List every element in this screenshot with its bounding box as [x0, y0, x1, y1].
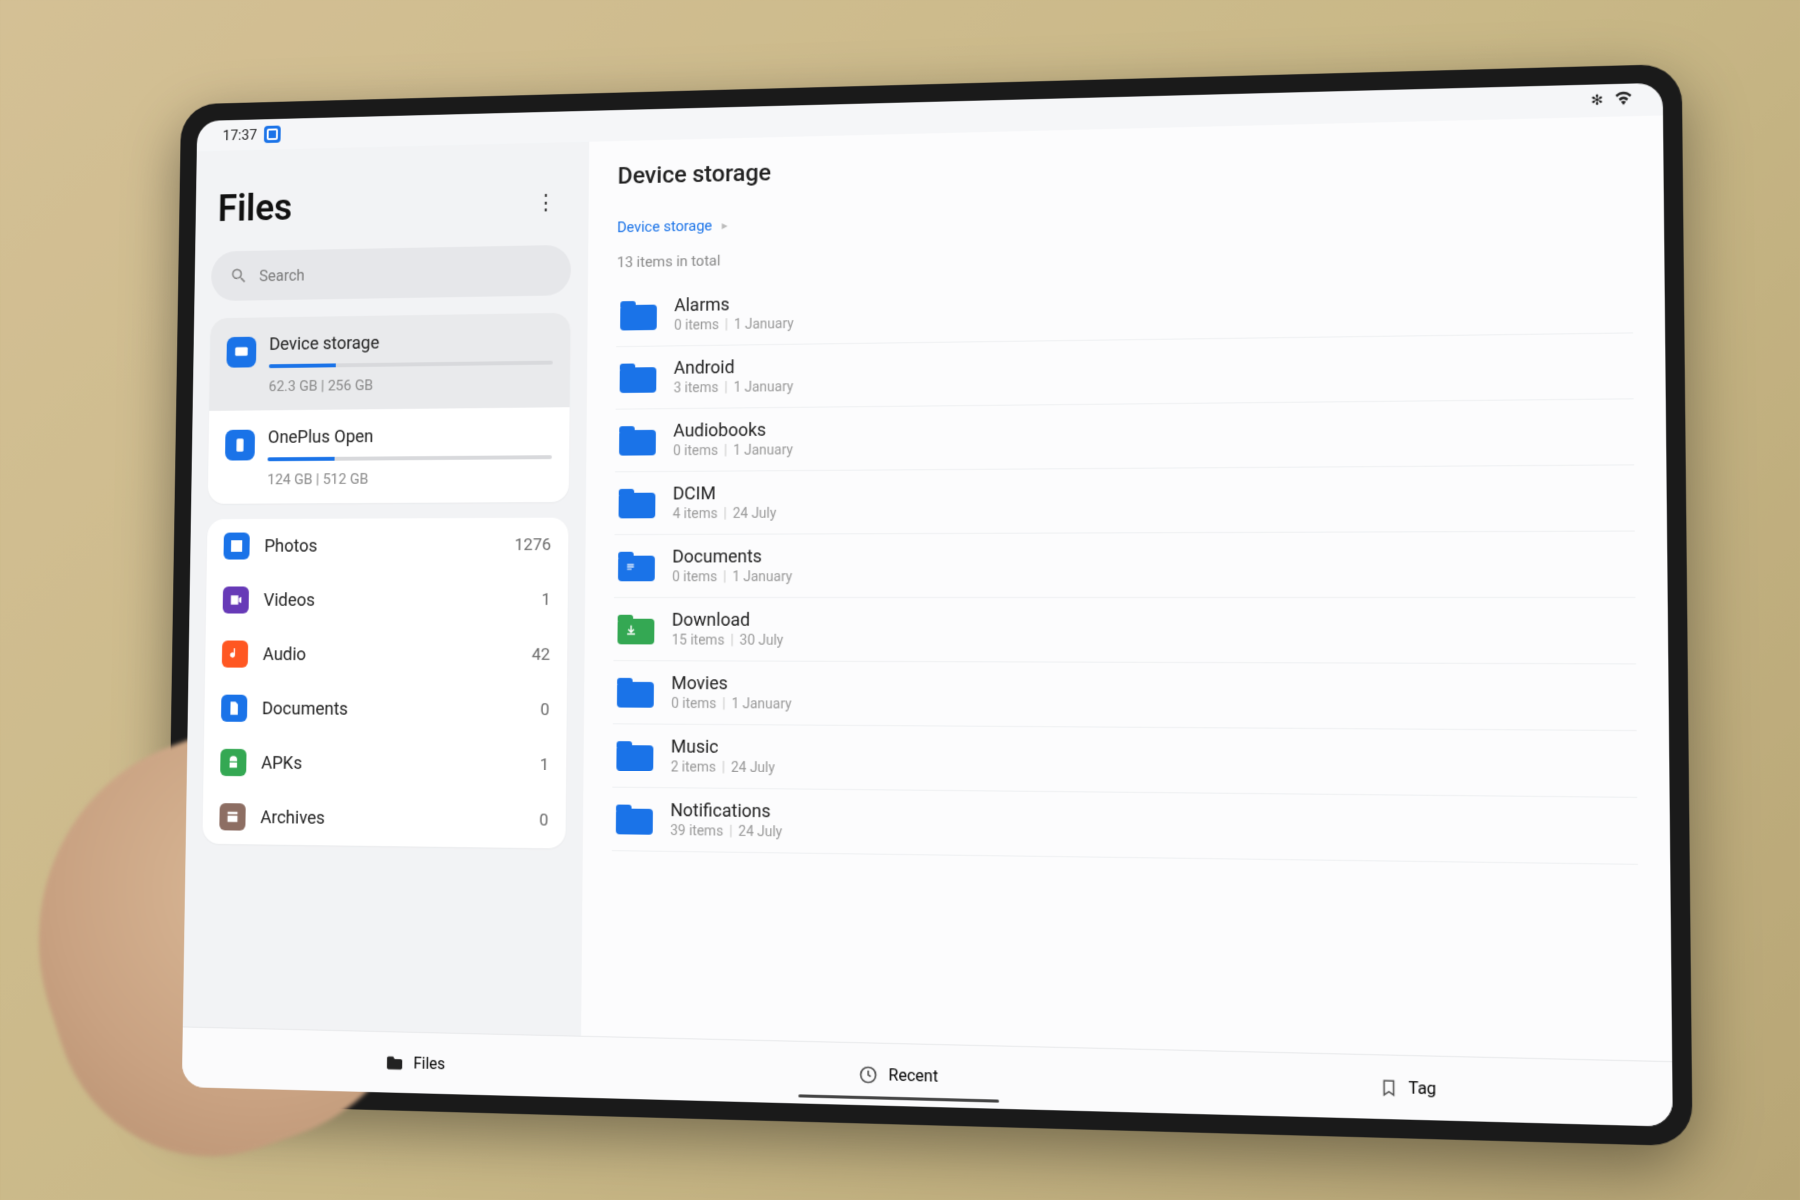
main-pane: Device storage Device storage ▸ 13 items… — [581, 115, 1672, 1061]
category-name: APKs — [261, 753, 524, 776]
folder-icon — [385, 1054, 404, 1070]
folder-meta: 0 items|1 January — [672, 568, 1631, 585]
storage-icon — [225, 430, 255, 461]
storage-name: OnePlus Open — [268, 425, 552, 448]
folder-row[interactable]: Documents0 items|1 January — [614, 532, 1635, 598]
image-icon — [223, 533, 249, 560]
category-archives[interactable]: Archives 0 — [202, 789, 566, 848]
nav-recent-label: Recent — [889, 1065, 939, 1086]
storage-card-0[interactable]: Device storage 62.3 GB | 256 GB — [209, 313, 570, 411]
more-menu-button[interactable]: ⋮ — [526, 184, 566, 221]
folder-list: Alarms0 items|1 JanuaryAndroid3 items|1 … — [610, 268, 1639, 1061]
nav-tag-label: Tag — [1408, 1078, 1436, 1099]
item-count-label: 13 items in total — [617, 235, 1633, 271]
nav-recent[interactable]: Recent — [653, 1038, 1149, 1112]
folder-icon — [619, 488, 656, 518]
category-name: Audio — [263, 644, 517, 665]
storage-sub: 124 GB | 512 GB — [267, 469, 552, 488]
folder-name: Documents — [672, 544, 1631, 567]
clock-icon — [859, 1064, 879, 1085]
folder-row[interactable]: Download15 items|30 July — [613, 598, 1636, 665]
folder-icon — [616, 741, 653, 771]
search-placeholder: Search — [259, 266, 305, 285]
storage-icon — [226, 337, 256, 368]
status-app-icon — [264, 126, 281, 144]
folder-icon — [620, 300, 657, 330]
folder-icon — [617, 677, 654, 707]
category-name: Archives — [260, 807, 524, 831]
nav-indicator — [798, 1094, 999, 1102]
storage-card-1[interactable]: OnePlus Open 124 GB | 512 GB — [208, 407, 570, 504]
storage-name: Device storage — [269, 331, 553, 355]
wifi-icon — [1614, 91, 1633, 110]
archive-icon — [219, 803, 245, 831]
category-name: Documents — [262, 698, 525, 720]
category-name: Videos — [263, 590, 526, 611]
main-title: Device storage — [618, 139, 1632, 190]
storage-bar — [269, 361, 553, 368]
breadcrumb: Device storage ▸ — [617, 198, 1632, 236]
audio-icon — [222, 641, 248, 668]
app-title: Files — [218, 187, 293, 230]
folder-row[interactable]: Android3 items|1 January — [616, 333, 1634, 409]
category-count: 1276 — [514, 535, 551, 555]
category-apks[interactable]: APKs 1 — [203, 735, 566, 793]
sidebar: Files ⋮ Search Device storage 62.3 GB | 2… — [183, 142, 589, 1036]
folder-name: Movies — [671, 673, 1632, 699]
storage-sub: 62.3 GB | 256 GB — [269, 374, 553, 395]
search-input[interactable]: Search — [211, 245, 571, 301]
category-name: Photos — [264, 535, 499, 556]
category-count: 42 — [532, 645, 551, 665]
category-count: 0 — [540, 700, 549, 720]
folder-row[interactable]: Notifications39 items|24 July — [612, 788, 1638, 865]
category-photos[interactable]: Photos 1276 — [207, 518, 569, 573]
folder-meta: 4 items|24 July — [673, 502, 1631, 523]
folder-icon — [617, 614, 654, 644]
bookmark-icon — [1379, 1077, 1398, 1098]
folder-row[interactable]: DCIM4 items|24 July — [615, 465, 1635, 535]
nav-files-label: Files — [413, 1054, 445, 1074]
nav-files[interactable]: Files — [182, 1027, 654, 1099]
bluetooth-icon: ✻ — [1591, 92, 1604, 109]
category-documents[interactable]: Documents 0 — [204, 681, 567, 738]
folder-icon — [620, 363, 657, 393]
video-icon — [223, 586, 249, 613]
folder-row[interactable]: Audiobooks0 items|1 January — [615, 399, 1634, 472]
apk-icon — [220, 749, 246, 776]
folder-meta: 0 items|1 January — [671, 696, 1632, 718]
folder-row[interactable]: Movies0 items|1 January — [613, 661, 1637, 731]
category-count: 0 — [539, 811, 548, 831]
tablet-frame: 17:37 ✻ Files ⋮ Search — [165, 64, 1693, 1146]
search-icon — [230, 266, 249, 285]
category-count: 1 — [541, 590, 550, 610]
chevron-right-icon: ▸ — [722, 218, 728, 232]
folder-name: DCIM — [673, 478, 1631, 505]
folder-icon — [618, 551, 655, 581]
status-time: 17:37 — [223, 126, 258, 144]
category-audio[interactable]: Audio 42 — [205, 627, 568, 683]
storage-bar — [268, 455, 552, 461]
doc-icon — [221, 695, 247, 722]
category-videos[interactable]: Videos 1 — [206, 573, 568, 628]
folder-name: Download — [672, 610, 1632, 632]
nav-tag[interactable]: Tag — [1150, 1050, 1673, 1127]
category-list: Photos1276Videos1Audio42Documents0APKs1A… — [202, 518, 568, 849]
folder-icon — [619, 425, 656, 455]
category-count: 1 — [540, 755, 549, 775]
folder-row[interactable]: Music2 items|24 July — [612, 724, 1637, 798]
folder-icon — [616, 804, 653, 834]
storage-list: Device storage 62.3 GB | 256 GB OnePlus Op… — [208, 313, 571, 504]
breadcrumb-link[interactable]: Device storage — [617, 217, 712, 236]
screen: 17:37 ✻ Files ⋮ Search — [182, 83, 1673, 1127]
folder-meta: 15 items|30 July — [672, 633, 1632, 651]
